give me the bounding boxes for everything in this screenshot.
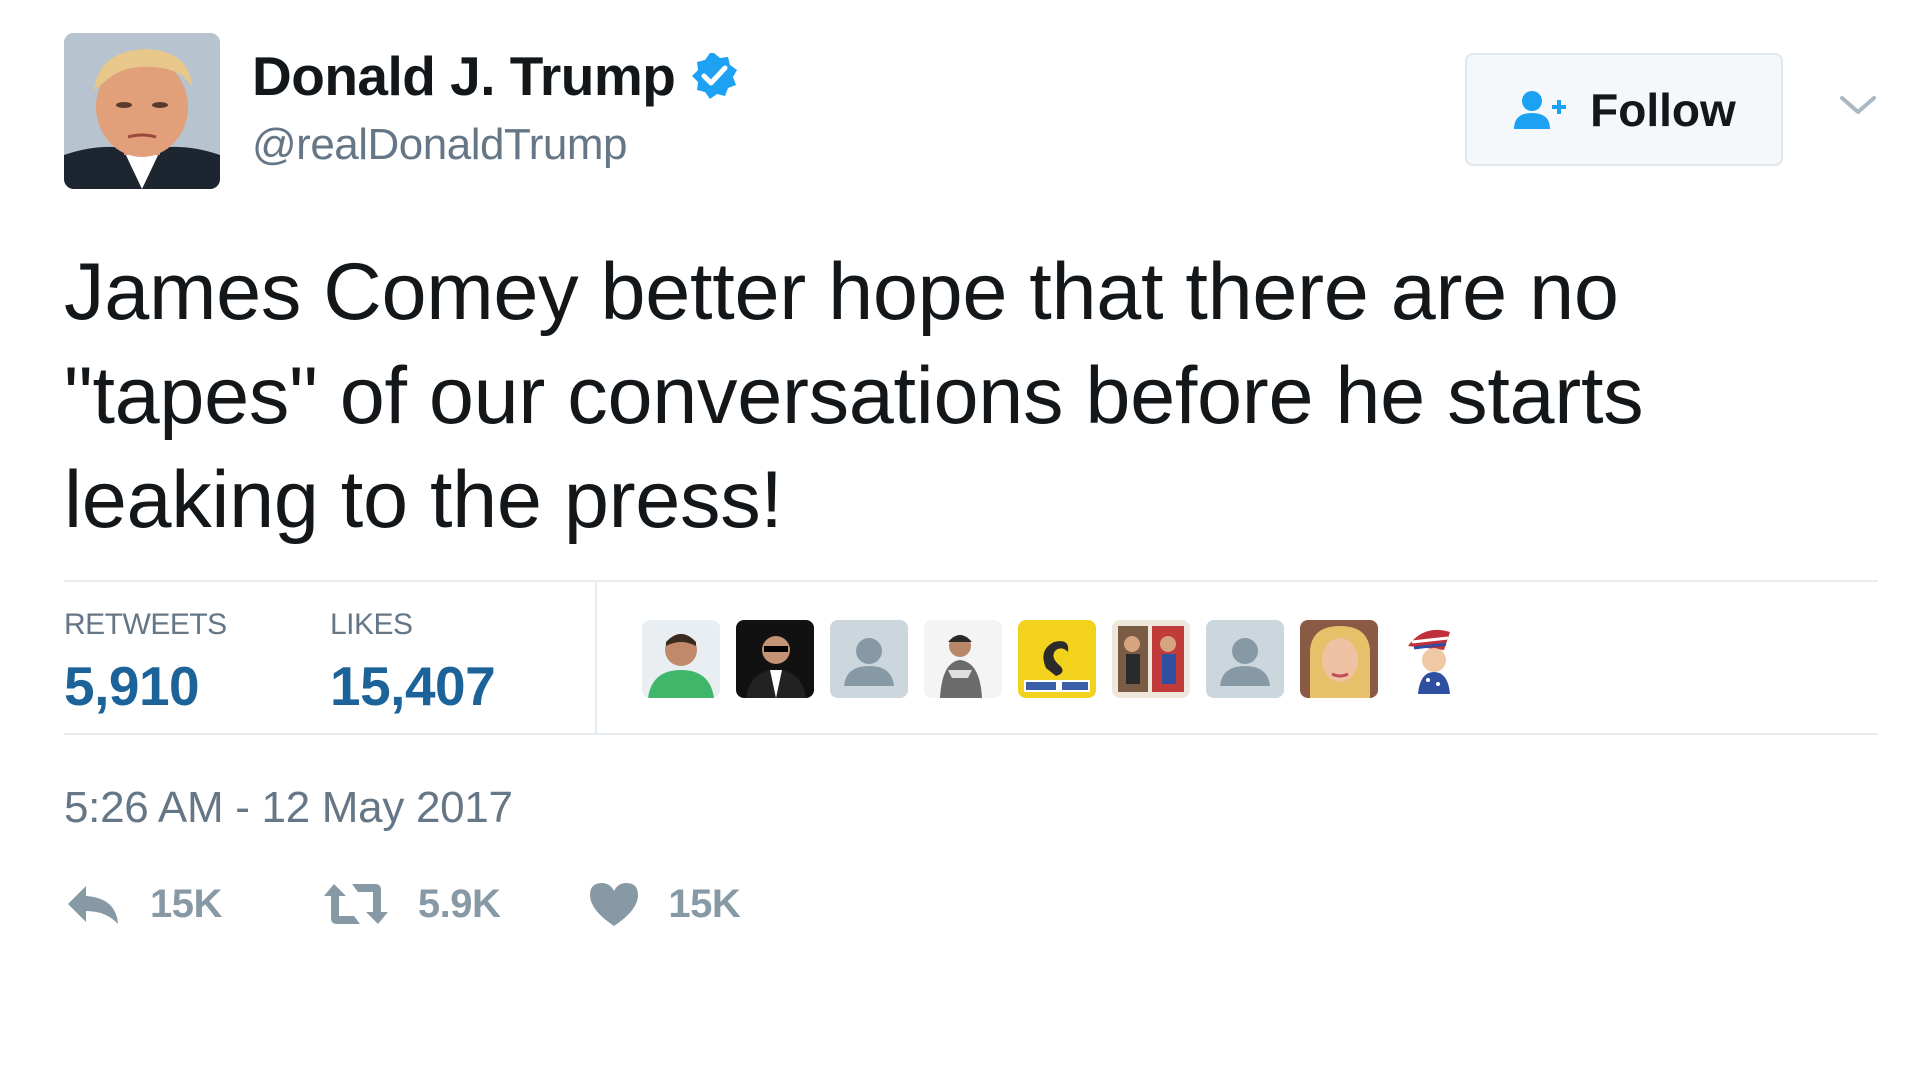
stats-bottom-divider — [64, 733, 1878, 735]
retweets-stat[interactable]: RETWEETS 5,910 — [64, 605, 227, 719]
stats-vertical-divider — [595, 582, 597, 733]
likers-avatar-list — [642, 620, 1488, 698]
tweet-timestamp[interactable]: 5:26 AM - 12 May 2017 — [64, 780, 513, 836]
liker-avatar-8[interactable] — [1300, 620, 1378, 698]
tweet-card: Donald J. Trump @realDonaldTrump Follow … — [0, 0, 1920, 1080]
retweets-count: 5,910 — [64, 655, 200, 717]
retweets-label: RETWEETS — [64, 608, 227, 641]
follow-button[interactable]: Follow — [1465, 53, 1783, 166]
profile-photo-icon — [64, 33, 220, 189]
reply-count: 15K — [150, 881, 222, 926]
profile-avatar[interactable] — [64, 33, 220, 189]
reply-button[interactable]: 15K — [64, 880, 222, 928]
add-user-icon — [1514, 90, 1567, 129]
likes-count: 15,407 — [330, 655, 496, 717]
default-avatar-icon[interactable] — [1206, 620, 1284, 698]
more-options-chevron-down-icon[interactable] — [1838, 90, 1878, 120]
display-name[interactable]: Donald J. Trump — [252, 40, 676, 112]
heart-icon — [590, 883, 639, 926]
user-handle[interactable]: @realDonaldTrump — [252, 117, 627, 173]
reply-icon — [68, 886, 118, 924]
liker-avatar-1[interactable] — [642, 620, 720, 698]
like-button[interactable]: 15K — [588, 880, 741, 928]
tweet-text: James Comey better hope that there are n… — [64, 247, 1644, 545]
user-name-row[interactable]: Donald J. Trump — [252, 40, 739, 112]
likes-stat[interactable]: LIKES 15,407 — [330, 605, 496, 719]
verified-badge-icon — [689, 51, 739, 101]
default-avatar-icon[interactable] — [830, 620, 908, 698]
retweet-count: 5.9K — [417, 881, 501, 926]
liker-avatar-4[interactable] — [924, 620, 1002, 698]
follow-button-label: Follow — [1590, 83, 1736, 136]
stats-top-divider — [64, 580, 1878, 582]
liker-avatar-5[interactable] — [1018, 620, 1096, 698]
liker-avatar-2[interactable] — [736, 620, 814, 698]
retweet-icon — [323, 884, 388, 924]
retweet-button[interactable]: 5.9K — [322, 880, 501, 928]
likes-label: LIKES — [330, 608, 413, 641]
liker-avatar-9[interactable] — [1394, 620, 1472, 698]
liker-avatar-6[interactable] — [1112, 620, 1190, 698]
like-count: 15K — [668, 881, 741, 926]
tweet-actions: 15K 5.9K 15K — [64, 880, 741, 928]
